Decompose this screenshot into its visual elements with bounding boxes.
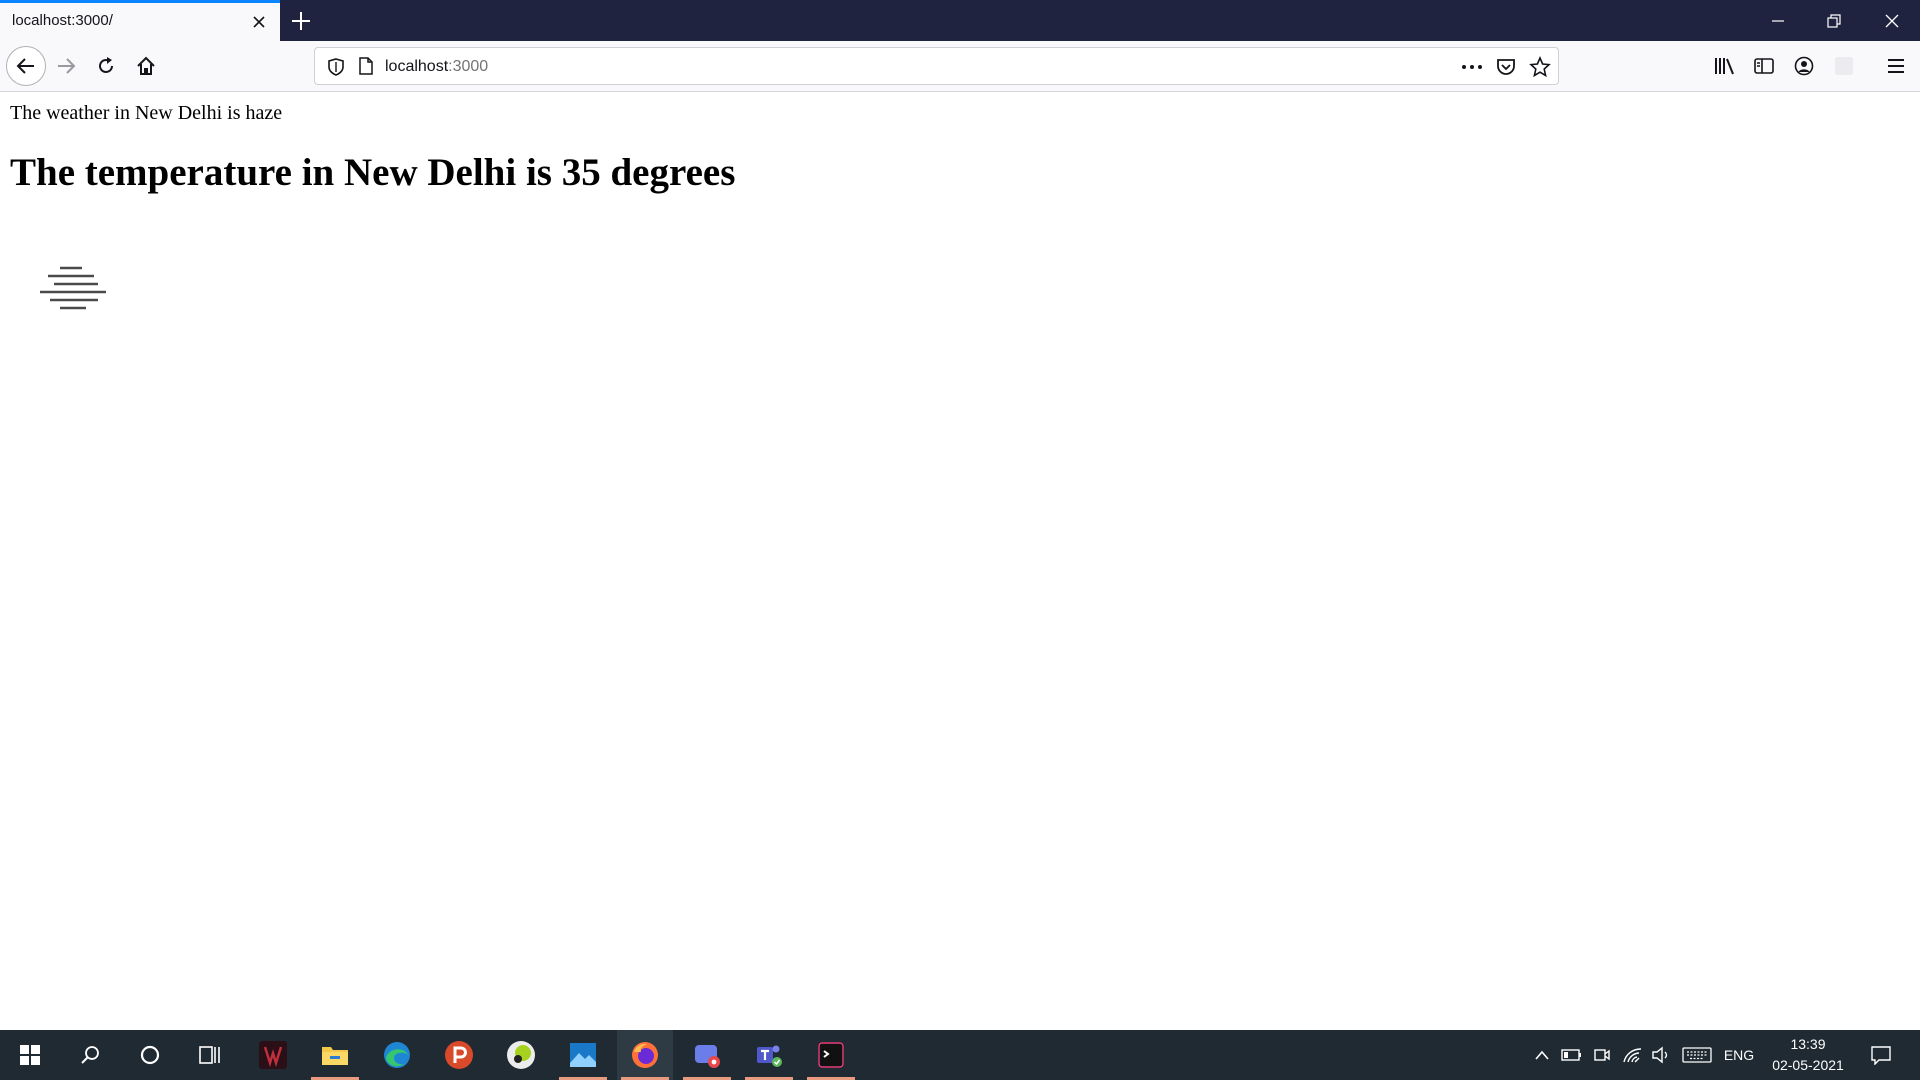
weather-description: The weather in New Delhi is haze (10, 102, 283, 124)
clock-date: 02-05-2021 (1772, 1057, 1844, 1073)
touch-keyboard-icon[interactable] (1680, 1030, 1714, 1080)
language-indicator[interactable]: ENG (1716, 1030, 1762, 1080)
page-info-icon[interactable] (357, 56, 375, 76)
tab-active[interactable]: localhost:3000/ (0, 0, 280, 41)
teams-icon[interactable] (741, 1030, 797, 1080)
page-content: The weather in New Delhi is haze The tem… (0, 92, 1920, 1030)
reload-icon[interactable] (88, 48, 124, 84)
task-view-icon[interactable] (182, 1030, 238, 1080)
home-icon[interactable] (128, 48, 164, 84)
haze-icon (38, 264, 106, 312)
close-tab-icon[interactable] (250, 13, 268, 31)
tab-strip: localhost:3000/ (0, 0, 1920, 41)
new-tab-button[interactable] (289, 9, 313, 33)
temperature-heading: The temperature in New Delhi is 35 degre… (10, 151, 736, 194)
capture-app-icon[interactable] (679, 1030, 735, 1080)
photos-icon[interactable] (555, 1030, 611, 1080)
meet-now-icon[interactable] (1590, 1030, 1614, 1080)
app-menu-icon[interactable] (1878, 48, 1914, 84)
back-button[interactable] (6, 46, 46, 86)
library-icon[interactable] (1706, 48, 1742, 84)
clock-time: 13:39 (1790, 1036, 1826, 1052)
url-port: :3000 (448, 58, 489, 75)
account-icon[interactable] (1786, 48, 1822, 84)
search-icon[interactable] (62, 1030, 118, 1080)
extension-icon[interactable] (1826, 48, 1862, 84)
game-app-icon[interactable] (245, 1030, 301, 1080)
edge-icon[interactable] (369, 1030, 425, 1080)
taskbar: ENG 13:39 02-05-2021 (0, 1030, 1920, 1080)
firefox-taskbar-icon[interactable] (617, 1030, 673, 1080)
url-text: localhost:3000 (385, 58, 488, 76)
clock[interactable]: 13:39 02-05-2021 (1764, 1034, 1852, 1076)
sidebar-icon[interactable] (1746, 48, 1782, 84)
navigation-toolbar: localhost:3000 (0, 41, 1920, 92)
url-bar[interactable]: localhost:3000 (314, 47, 1559, 85)
file-explorer-icon[interactable] (307, 1030, 363, 1080)
tab-title: localhost:3000/ (12, 12, 113, 29)
wifi-icon[interactable] (1620, 1030, 1646, 1080)
cortana-icon[interactable] (122, 1030, 178, 1080)
lime-app-icon[interactable] (493, 1030, 549, 1080)
url-host: localhost (385, 58, 449, 75)
close-window-icon[interactable] (1864, 0, 1920, 41)
terminal-icon[interactable] (803, 1030, 859, 1080)
tracking-shield-icon[interactable] (327, 57, 345, 77)
page-actions-icon[interactable] (1460, 57, 1484, 77)
p-app-icon[interactable] (431, 1030, 487, 1080)
minimize-window-icon[interactable] (1750, 0, 1806, 41)
bookmark-star-icon[interactable] (1529, 56, 1551, 78)
battery-icon[interactable] (1560, 1030, 1584, 1080)
volume-icon[interactable] (1648, 1030, 1674, 1080)
show-hidden-icons-icon[interactable] (1530, 1030, 1554, 1080)
notification-icon[interactable] (1864, 1030, 1898, 1080)
pocket-icon[interactable] (1495, 57, 1517, 77)
restore-window-icon[interactable] (1806, 0, 1862, 41)
windows-start-icon[interactable] (2, 1030, 58, 1080)
forward-button[interactable] (48, 48, 84, 84)
